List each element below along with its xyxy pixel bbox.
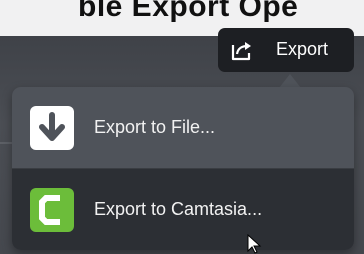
title-banner-text: ble Export Ope	[78, 0, 299, 23]
background-divider	[0, 142, 12, 144]
menu-item-export-to-file[interactable]: Export to File...	[12, 87, 354, 168]
menu-item-export-to-camtasia[interactable]: Export to Camtasia...	[12, 169, 354, 250]
mouse-cursor-icon	[247, 234, 262, 254]
camtasia-logo-icon	[30, 188, 74, 232]
menu-item-label: Export to File...	[94, 117, 216, 137]
download-arrow-icon	[30, 106, 74, 150]
export-dropdown-menu: Export to File... Export to Camtasia...	[12, 87, 354, 250]
share-export-icon	[231, 42, 251, 61]
menu-item-label: Export to Camtasia...	[94, 199, 263, 219]
export-button[interactable]: Export	[218, 28, 354, 72]
export-button-label: Export	[276, 39, 329, 59]
menu-pointer	[279, 74, 301, 88]
